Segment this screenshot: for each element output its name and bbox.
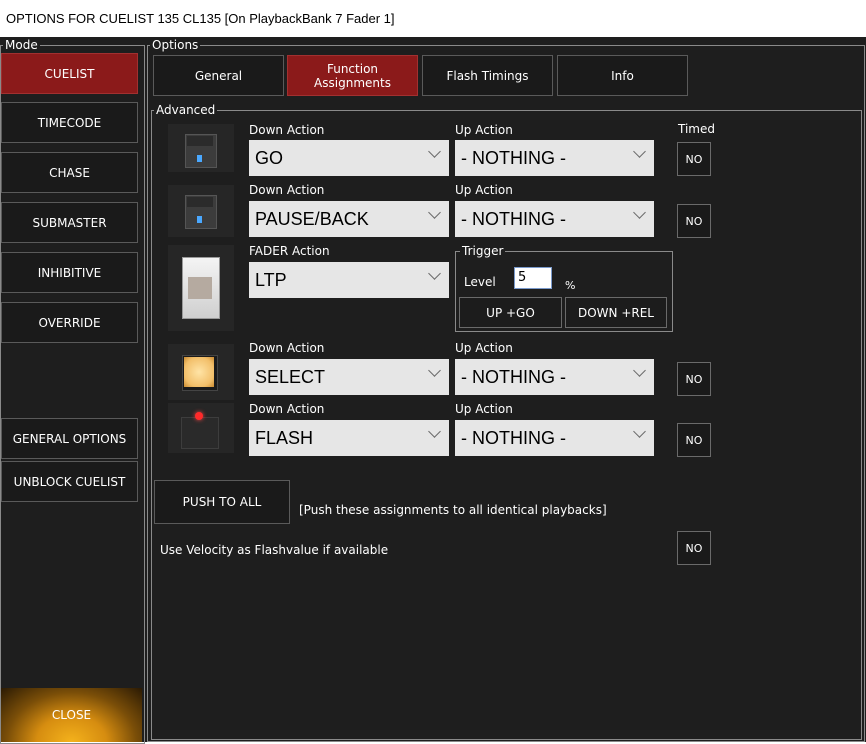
flash-button-red-led-icon [168,403,234,453]
row2-timed-toggle[interactable]: NO [677,204,711,238]
playback-button-blue-led-icon [168,185,234,237]
tab-general[interactable]: General [153,55,284,96]
chevron-down-icon [633,206,646,219]
chevron-down-icon [633,364,646,377]
row4-down-action-select[interactable]: FLASH [249,420,449,456]
chevron-down-icon [633,425,646,438]
fader-action-select[interactable]: LTP [249,262,449,298]
down-rel-button[interactable]: DOWN +REL [565,297,667,328]
tab-function-assignments[interactable]: Function Assignments [287,55,418,96]
dialog-body: Mode CUELIST TIMECODE CHASE SUBMASTER IN… [0,37,866,744]
row2-up-action-select[interactable]: - NOTHING - [455,201,654,237]
chevron-down-icon [633,145,646,158]
level-label: Level [464,275,496,289]
tab-info[interactable]: Info [557,55,688,96]
unblock-cuelist-button[interactable]: UNBLOCK CUELIST [1,461,138,502]
select-button-lit-icon [168,344,234,400]
row1-down-value: GO [255,148,284,168]
row3-up-action-select[interactable]: - NOTHING - [455,359,654,395]
fader-action-label: FADER Action [249,244,330,258]
window-title: OPTIONS FOR CUELIST 135 CL135 [On Playba… [6,11,395,26]
row2-up-label: Up Action [455,183,513,197]
level-percent: % [565,279,576,292]
row4-timed-toggle[interactable]: NO [677,423,711,457]
row1-timed-toggle[interactable]: NO [677,142,711,176]
level-input[interactable]: 5 [514,267,552,289]
up-go-button[interactable]: UP +GO [459,297,562,328]
timed-header: Timed [678,122,715,136]
tab-flash-timings[interactable]: Flash Timings [422,55,553,96]
chevron-down-icon [428,145,441,158]
mode-inhibitive-button[interactable]: INHIBITIVE [1,252,138,293]
row2-down-label: Down Action [249,183,325,197]
row1-down-label: Down Action [249,123,325,137]
level-value: 5 [518,270,527,285]
trigger-legend: Trigger [460,244,506,258]
row4-down-value: FLASH [255,428,314,448]
mode-submaster-button[interactable]: SUBMASTER [1,202,138,243]
mode-chase-button[interactable]: CHASE [1,152,138,193]
row1-up-action-select[interactable]: - NOTHING - [455,140,654,176]
push-to-all-button[interactable]: PUSH TO ALL [154,480,290,524]
mode-cuelist-button[interactable]: CUELIST [1,53,138,94]
advanced-legend: Advanced [154,103,218,117]
mode-timecode-button[interactable]: TIMECODE [1,102,138,143]
row1-up-value: - NOTHING - [461,148,566,168]
chevron-down-icon [428,267,441,280]
mode-override-button[interactable]: OVERRIDE [1,302,138,343]
row3-up-label: Up Action [455,341,513,355]
mode-group [0,45,145,744]
chevron-down-icon [428,425,441,438]
row2-down-value: PAUSE/BACK [255,209,369,229]
row4-up-action-select[interactable]: - NOTHING - [455,420,654,456]
push-note: [Push these assignments to all identical… [299,503,607,517]
row3-down-value: SELECT [255,367,326,387]
row2-up-value: - NOTHING - [461,209,566,229]
row4-up-label: Up Action [455,402,513,416]
options-legend: Options [150,38,201,52]
velocity-toggle[interactable]: NO [677,531,711,565]
fader-action-value: LTP [255,270,287,290]
row1-down-action-select[interactable]: GO [249,140,449,176]
fader-icon [168,245,234,331]
mode-legend: Mode [3,38,40,52]
row2-down-action-select[interactable]: PAUSE/BACK [249,201,449,237]
row4-down-label: Down Action [249,402,325,416]
row1-up-label: Up Action [455,123,513,137]
chevron-down-icon [428,364,441,377]
title-bar: OPTIONS FOR CUELIST 135 CL135 [On Playba… [0,0,866,37]
chevron-down-icon [428,206,441,219]
row3-timed-toggle[interactable]: NO [677,362,711,396]
row3-down-action-select[interactable]: SELECT [249,359,449,395]
row3-down-label: Down Action [249,341,325,355]
general-options-button[interactable]: GENERAL OPTIONS [1,418,138,459]
playback-button-blue-led-icon [168,124,234,172]
row3-up-value: - NOTHING - [461,367,566,387]
velocity-label: Use Velocity as Flashvalue if available [160,543,389,557]
row4-up-value: - NOTHING - [461,428,566,448]
close-button[interactable]: CLOSE [1,688,142,742]
